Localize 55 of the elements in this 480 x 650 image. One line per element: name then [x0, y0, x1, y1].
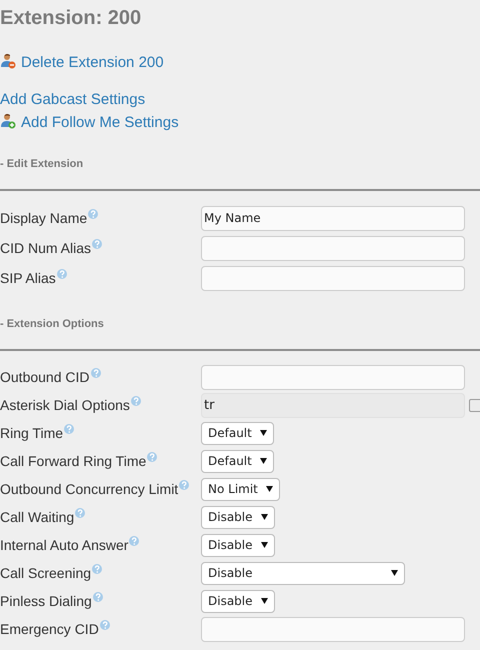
help-icon: [90, 368, 100, 378]
help-icon: [147, 452, 158, 462]
field-label: SIP Alias: [0, 269, 56, 287]
field-label: Ring Time: [0, 424, 64, 442]
user-plus-icon: [0, 113, 16, 129]
dropdown[interactable]: Disable: [201, 590, 275, 612]
dropdown[interactable]: Disable: [201, 506, 275, 528]
action-link[interactable]: Add Follow Me Settings: [21, 112, 179, 133]
caret-icon: [260, 598, 268, 604]
caret-icon: [260, 430, 267, 436]
help-icon: [129, 536, 140, 546]
field-label: Outbound CID: [0, 368, 90, 386]
help-icon: [100, 620, 110, 630]
help-icon: [75, 508, 86, 518]
text-field[interactable]: [201, 364, 465, 390]
dropdown[interactable]: Disable: [201, 534, 275, 556]
field-label: CID Num Alias: [0, 239, 92, 257]
field-label: Display Name: [0, 209, 88, 227]
text-field[interactable]: [201, 236, 465, 260]
help-icon: [92, 592, 103, 602]
help-icon: [179, 480, 190, 490]
field-label: Internal Auto Answer: [0, 536, 128, 554]
caret-icon: [260, 458, 267, 464]
action-link[interactable]: Delete Extension 200: [21, 52, 164, 73]
field-label: Call Waiting: [0, 508, 74, 526]
text-field[interactable]: tr: [201, 392, 465, 418]
section-heading: - Extension Options: [0, 317, 105, 331]
field-label: Call Forward Ring Time: [0, 452, 146, 470]
field-label: Outbound Concurrency Limit: [0, 480, 178, 498]
text-field[interactable]: [201, 616, 465, 642]
help-icon: [56, 269, 67, 279]
text-field[interactable]: [201, 266, 465, 290]
field-label: Emergency CID: [0, 620, 99, 638]
help-icon: [130, 396, 141, 406]
text-field[interactable]: My Name: [201, 206, 465, 230]
help-icon: [88, 209, 98, 219]
caret-icon: [260, 514, 268, 520]
caret-icon: [260, 542, 268, 548]
dropdown[interactable]: Disable: [201, 562, 405, 584]
field-label: Asterisk Dial Options: [0, 396, 130, 414]
dropdown[interactable]: Default: [201, 422, 274, 444]
caret-icon: [266, 486, 273, 492]
help-icon: [92, 564, 102, 574]
user-minus-icon: [0, 53, 16, 69]
caret-icon: [391, 570, 398, 576]
checkbox[interactable]: [469, 398, 480, 412]
page-title: Extension: 200: [0, 6, 142, 30]
dropdown[interactable]: Default: [201, 450, 274, 472]
dropdown[interactable]: No Limit: [201, 478, 280, 500]
section-heading: - Edit Extension: [0, 157, 84, 171]
action-link[interactable]: Add Gabcast Settings: [0, 89, 146, 110]
field-label: Call Screening: [0, 564, 92, 582]
help-icon: [64, 424, 74, 434]
field-label: Pinless Dialing: [0, 592, 92, 610]
help-icon: [92, 239, 102, 249]
